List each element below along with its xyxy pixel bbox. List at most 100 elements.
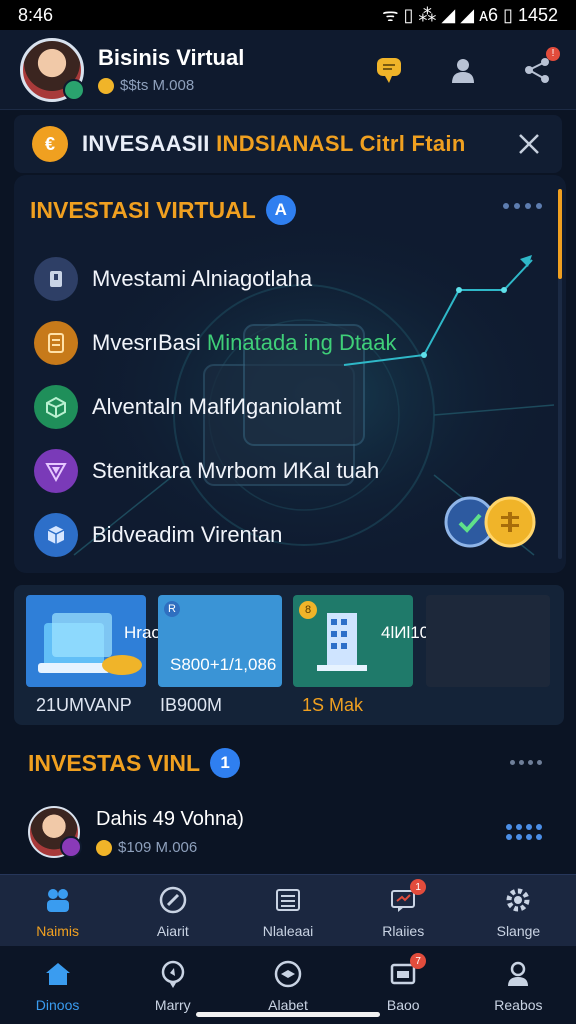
share-button[interactable]: ! (518, 46, 560, 89)
gear-icon (501, 883, 535, 917)
notification-badge: ! (546, 46, 560, 61)
more-options-icon[interactable] (510, 760, 542, 765)
nav-label: Marry (154, 997, 191, 1013)
list-item-label: Mvestami Alniagotlaha (92, 266, 313, 291)
tile-value: S800+1/1,086 (170, 655, 277, 674)
coin-icon (98, 77, 114, 94)
status-time: 8:46 (18, 4, 54, 25)
subnav-item-slange[interactable]: Slange (461, 875, 576, 947)
online-badge (63, 78, 85, 101)
balance-value: $$ts M.008 (120, 77, 195, 94)
list-item-label: Stenitkara Mvrbom ИKal tuah (92, 458, 380, 483)
coin-icon: € (32, 126, 68, 162)
list-item[interactable]: Stenitkara Mvrbom ИKal tuah (34, 439, 396, 503)
nav-item-dinoos[interactable]: Dinoos (0, 946, 115, 1024)
nav-label: Baoo (386, 997, 420, 1013)
subnav-label: Aiarit (156, 923, 189, 939)
profile-button[interactable] (444, 51, 482, 89)
pin-icon (156, 957, 190, 991)
list-item[interactable]: Mvestami Alniagotlaha (34, 247, 396, 311)
banner-text: INVESAASII INDSIANASL Citrl Ftain (82, 131, 466, 157)
scrollbar-thumb[interactable] (558, 189, 562, 279)
v-shape-icon (34, 449, 78, 493)
list-item[interactable]: MvesrıBasi Minatada ing Dtaak (34, 311, 396, 375)
user-balance: $109 M.006 (96, 839, 244, 856)
card-title: INVESTASI VIRTUAL (30, 196, 256, 223)
promo-banner[interactable]: € INVESAASII INDSIANASL Citrl Ftain (14, 115, 562, 173)
close-icon[interactable] (514, 129, 544, 159)
coin-icon (96, 839, 112, 856)
grid-dots-icon[interactable] (506, 824, 542, 840)
app-title: Bisinis Virtual (98, 45, 245, 70)
profile-info: Bisinis Virtual $$ts M.008 (98, 45, 244, 94)
list-item[interactable]: Alventaln MalfИganiolamt (34, 375, 396, 439)
tile-caption: IB900M (160, 695, 223, 715)
home-indicator[interactable] (196, 1012, 380, 1017)
banner-prefix: INVESAASII (82, 131, 210, 156)
card-badge: A (265, 195, 296, 225)
chat-icon (377, 57, 401, 83)
inbox-icon: 7 (386, 953, 427, 991)
more-options-icon[interactable] (503, 203, 542, 209)
investment-list: Mvestami Alniagotlaha MvesrıBasi Minatad… (34, 247, 396, 567)
tile-badge: R (164, 601, 180, 617)
status-bar: 8:46 ᯤ ▯ ⁂ ◢ ◢ ᴀ6 ▯ 1452 (0, 0, 576, 30)
card-title-row: INVESTASI VIRTUAL A (30, 195, 296, 225)
list-item-label: MvesrıBasi Minatada ing Dtaak (92, 330, 396, 356)
banner-suffix: Citrl Ftain (359, 131, 466, 156)
home-icon (41, 957, 75, 991)
subnav-item-naimis[interactable]: Naimis (0, 875, 115, 947)
nav-label: Dinoos (35, 997, 80, 1013)
tile-caption: 21UMVANP (36, 695, 132, 715)
chat-button[interactable] (370, 51, 408, 89)
subnav-label: Naimis (36, 923, 79, 939)
list-item[interactable]: Dahis 49 Vohna) $109 M.006 (28, 800, 548, 864)
list-icon (271, 883, 305, 917)
nav-label: Alabet (268, 997, 308, 1013)
banner-highlight: INDSIANASL (216, 131, 354, 156)
section-badge: 1 (210, 748, 241, 778)
user-balance-value: $109 M.006 (118, 839, 198, 856)
message-icon: 1 (386, 879, 427, 917)
product-tiles: Hraooo 000 21UMVANP R S800+1/1,086 IB900… (14, 585, 564, 725)
list-item-label: Alventaln MalfИganiolamt (92, 394, 342, 419)
building-icon (317, 613, 367, 671)
tile[interactable] (426, 595, 550, 687)
section-title: INVESTAS VINL (28, 749, 201, 776)
box-icon (34, 513, 78, 557)
notification-badge: 7 (410, 953, 427, 969)
storage-icon (34, 257, 78, 301)
list-item-label-text: MvesrıBasi (92, 330, 201, 355)
subnav-item-nlaleaai[interactable]: Nlaleaai (230, 875, 345, 947)
app-header: Bisinis Virtual $$ts M.008 ! (0, 30, 576, 110)
tile-caption: 1S Mak (302, 695, 364, 715)
section-header: INVESTAS VINL 1 (28, 748, 241, 778)
user-icon (452, 58, 474, 83)
secondary-nav: Naimis Aiarit Nlaleaai 1 Rlaiies Slange (0, 874, 576, 947)
investasi-card: INVESTASI VIRTUAL A Mvestami Alniagotlah… (14, 175, 566, 573)
tile[interactable]: R S800+1/1,086 (158, 595, 282, 687)
list-item-label-highlight: Minatada ing Dtaak (206, 330, 397, 355)
cube-icon (34, 385, 78, 429)
header-actions: ! (370, 46, 560, 89)
person-icon (501, 957, 535, 991)
coins-icon (444, 496, 536, 548)
avatar (28, 806, 82, 858)
subnav-item-aiarit[interactable]: Aiarit (115, 875, 230, 947)
subnav-label: Slange (496, 923, 541, 939)
ticket-icon (271, 957, 305, 991)
list-item[interactable]: Bidveadim Virentan (34, 503, 396, 567)
list-item-label: Bidveadim Virentan (92, 522, 283, 547)
nav-item-reabos[interactable]: Reabos (461, 946, 576, 1024)
user-info: Dahis 49 Vohna) $109 M.006 (96, 808, 244, 856)
subnav-label: Nlaleaai (262, 923, 314, 939)
compass-icon (156, 883, 190, 917)
user-name: Dahis 49 Vohna) (96, 808, 244, 830)
avatar[interactable] (20, 37, 85, 102)
subnav-label: Rlaiies (382, 923, 425, 939)
subnav-item-rlaiies[interactable]: 1 Rlaiies (346, 875, 461, 947)
people-icon (41, 883, 75, 917)
balance: $$ts M.008 (98, 77, 244, 94)
notification-badge: 1 (410, 879, 427, 895)
nav-label: Reabos (494, 997, 543, 1013)
